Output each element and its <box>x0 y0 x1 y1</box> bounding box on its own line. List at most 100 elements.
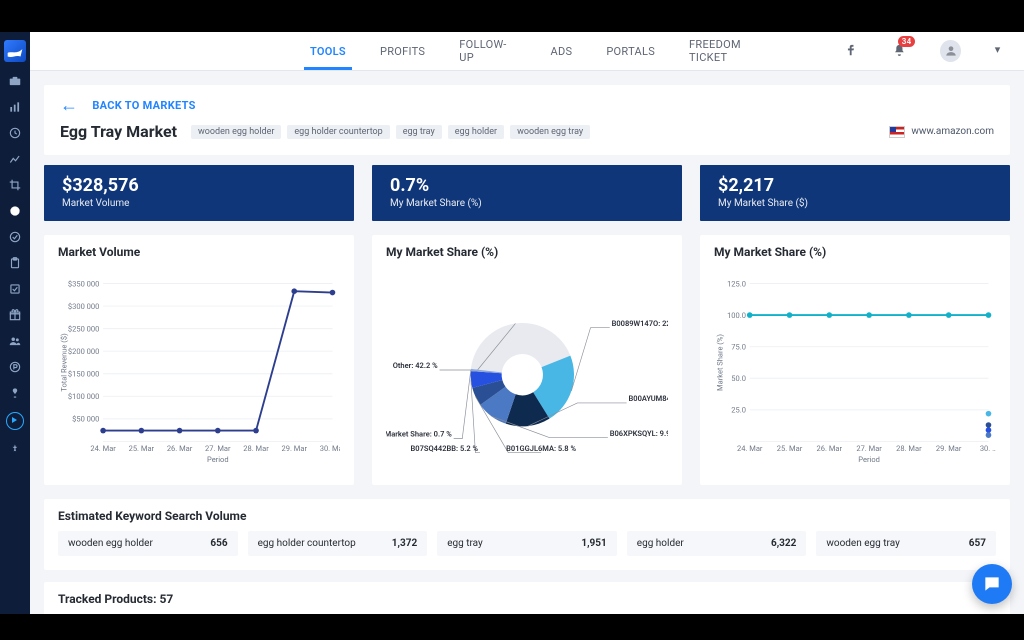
svg-text:30. …: 30. … <box>980 444 996 453</box>
chart-market-volume: Market Volume $50 000$100 000$150 000$20… <box>44 235 354 485</box>
svg-text:B0089W147O: 22.2 %: B0089W147O: 22.2 % <box>612 319 668 328</box>
svg-text:B01GGJL6MA: 5.8 %: B01GGJL6MA: 5.8 % <box>506 444 576 453</box>
back-label: BACK TO MARKETS <box>92 99 195 112</box>
users-icon[interactable] <box>8 334 22 348</box>
notification-badge: 34 <box>898 36 916 47</box>
us-flag-icon <box>889 126 905 138</box>
svg-text:25. Mar: 25. Mar <box>129 444 155 453</box>
kpi-market-volume: $328,576 Market Volume <box>44 165 354 221</box>
kv-item[interactable]: egg tray1,951 <box>437 531 617 556</box>
svg-text:26. Mar: 26. Mar <box>817 444 843 453</box>
svg-text:B06XPKSQYL: 9.9 %: B06XPKSQYL: 9.9 % <box>610 429 668 438</box>
play-circle-icon[interactable] <box>6 412 24 430</box>
avatar-chevron-icon[interactable]: ▾ <box>995 43 1004 59</box>
check-square-icon[interactable] <box>8 282 22 296</box>
crop-icon[interactable] <box>8 178 22 192</box>
svg-text:$350 000: $350 000 <box>68 279 99 288</box>
tag[interactable]: wooden egg tray <box>510 125 590 139</box>
chat-fab[interactable] <box>972 564 1012 604</box>
kpi-label: My Market Share ($) <box>718 198 992 209</box>
chart-share-line: My Market Share (%) 25.050.075.0100.0125… <box>700 235 1010 485</box>
chart-title: My Market Share (%) <box>714 245 996 259</box>
tab-profits[interactable]: PROFITS <box>380 45 425 58</box>
tab-portals[interactable]: PORTALS <box>606 45 655 58</box>
kpi-share-pct: 0.7% My Market Share (%) <box>372 165 682 221</box>
kpi-label: Market Volume <box>62 198 336 209</box>
svg-text:100.0: 100.0 <box>727 311 746 320</box>
circle-dot-icon[interactable] <box>8 204 22 218</box>
line-chart-icon[interactable] <box>8 152 22 166</box>
svg-text:26. Mar: 26. Mar <box>167 444 193 453</box>
avatar[interactable] <box>940 40 960 62</box>
kv-item[interactable]: wooden egg holder656 <box>58 531 238 556</box>
back-link[interactable]: ← BACK TO MARKETS <box>60 95 994 116</box>
svg-text:29. Mar: 29. Mar <box>282 444 308 453</box>
svg-text:$200 000: $200 000 <box>68 347 99 356</box>
chart-title: My Market Share (%) <box>386 245 668 259</box>
svg-text:Other: 42.2 %: Other: 42.2 % <box>393 361 438 370</box>
svg-text:28. Mar: 28. Mar <box>896 444 922 453</box>
p-circle-icon[interactable] <box>8 360 22 374</box>
tab-tools[interactable]: TOOLS <box>310 45 346 58</box>
svg-text:29. Mar: 29. Mar <box>936 444 962 453</box>
letterbox-top <box>0 0 1024 32</box>
tab-ads[interactable]: ADS <box>550 45 572 58</box>
push-pin-icon[interactable] <box>8 442 22 456</box>
top-nav: TOOLS PROFITS FOLLOW-UP ADS PORTALS FREE… <box>30 32 1024 71</box>
clock-icon[interactable] <box>8 126 22 140</box>
tag[interactable]: wooden egg holder <box>191 125 281 139</box>
tracked-title: Tracked Products: 57 <box>58 592 996 606</box>
svg-text:Period: Period <box>207 455 229 464</box>
svg-text:30. Mar: 30. Mar <box>320 444 340 453</box>
svg-text:$50 000: $50 000 <box>72 415 99 424</box>
svg-text:Market Share (%): Market Share (%) <box>715 334 724 391</box>
sidebar <box>0 32 30 614</box>
tag[interactable]: egg holder countertop <box>287 125 389 139</box>
letterbox-bottom <box>0 614 1024 640</box>
kv-item[interactable]: egg holder6,322 <box>627 531 807 556</box>
check-circle-icon[interactable] <box>8 230 22 244</box>
page-title: Egg Tray Market <box>60 122 177 141</box>
svg-text:$300 000: $300 000 <box>68 302 99 311</box>
tracked-products-card: Tracked Products: 57 Track Ignore Pendin… <box>44 582 1010 614</box>
svg-text:$250 000: $250 000 <box>68 324 99 333</box>
app-logo[interactable] <box>4 40 26 62</box>
kpi-share-usd: $2,217 My Market Share ($) <box>700 165 1010 221</box>
tab-followup[interactable]: FOLLOW-UP <box>459 38 516 64</box>
kv-item[interactable]: wooden egg tray657 <box>816 531 996 556</box>
kv-title: Estimated Keyword Search Volume <box>58 509 996 523</box>
chart-share-pie: My Market Share (%) Other: 42.2 % B0089W1… <box>372 235 682 485</box>
back-arrow-icon: ← <box>60 95 78 116</box>
svg-text:24. Mar: 24. Mar <box>737 444 763 453</box>
svg-text:B07SQ442BB: 5.2 %: B07SQ442BB: 5.2 % <box>411 444 479 453</box>
lamp-icon[interactable] <box>8 386 22 400</box>
svg-text:50.0: 50.0 <box>731 374 746 383</box>
tab-freedom[interactable]: FREEDOM TICKET <box>689 38 775 64</box>
kpi-value: $328,576 <box>62 175 336 196</box>
kpi-value: $2,217 <box>718 175 992 196</box>
svg-text:27. Mar: 27. Mar <box>205 444 231 453</box>
clipboard-icon[interactable] <box>8 256 22 270</box>
svg-text:My Market Share: 0.7 %: My Market Share: 0.7 % <box>386 430 452 439</box>
tag[interactable]: egg tray <box>396 125 442 139</box>
svg-text:B00AYUM84O: 14 %: B00AYUM84O: 14 % <box>629 394 668 403</box>
source-label: www.amazon.com <box>911 126 994 137</box>
svg-text:28. Mar: 28. Mar <box>243 444 269 453</box>
briefcase-icon[interactable] <box>8 74 22 88</box>
kpi-label: My Market Share (%) <box>390 198 664 209</box>
svg-text:$100 000: $100 000 <box>68 392 99 401</box>
bell-icon[interactable]: 34 <box>892 43 907 59</box>
source-link[interactable]: www.amazon.com <box>889 126 994 138</box>
svg-text:Total Revenue ($): Total Revenue ($) <box>59 333 68 392</box>
facebook-icon[interactable] <box>843 43 858 59</box>
title-card: ← BACK TO MARKETS Egg Tray Market wooden… <box>44 85 1010 155</box>
svg-text:125.0: 125.0 <box>727 279 746 288</box>
svg-text:25. Mar: 25. Mar <box>777 444 803 453</box>
chart-title: Market Volume <box>58 245 340 259</box>
bars-icon[interactable] <box>8 100 22 114</box>
svg-text:24. Mar: 24. Mar <box>90 444 116 453</box>
svg-text:25.0: 25.0 <box>731 406 746 415</box>
kv-item[interactable]: egg holder countertop1,372 <box>248 531 428 556</box>
gift-icon[interactable] <box>8 308 22 322</box>
tag[interactable]: egg holder <box>448 125 504 139</box>
